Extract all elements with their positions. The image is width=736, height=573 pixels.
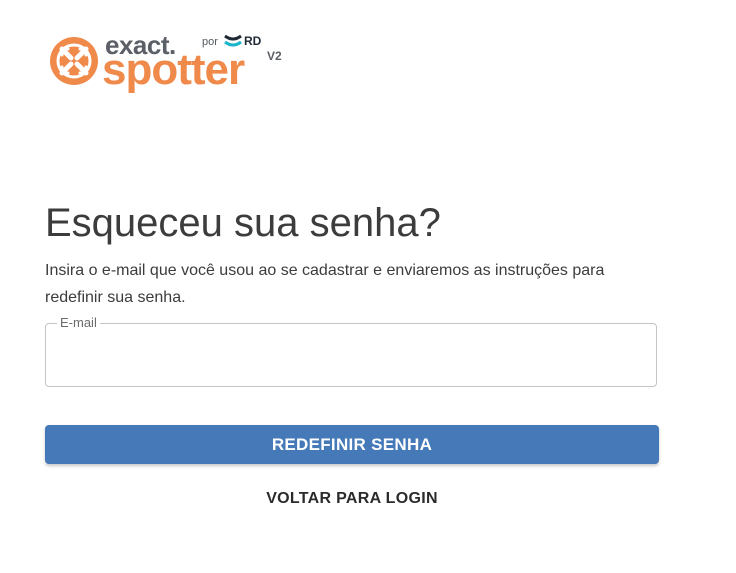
email-field-label: E-mail xyxy=(57,315,100,331)
back-to-login-link[interactable]: VOLTAR PARA LOGIN xyxy=(45,486,659,512)
page-description: Insira o e-mail que você usou ao se cada… xyxy=(45,262,605,306)
logo-word-spotter: spotter xyxy=(102,45,245,94)
forgot-password-page: exact. spotter por RD V2 Esqueceu sua se… xyxy=(0,0,736,573)
email-field[interactable]: E-mail xyxy=(45,315,657,387)
rd-station-mark-icon xyxy=(224,34,242,47)
logo-word-rd: RD xyxy=(244,34,262,48)
email-input[interactable] xyxy=(60,342,644,372)
exact-spotter-emblem-icon xyxy=(50,37,98,85)
page-title: Esqueceu sua senha? xyxy=(45,201,441,245)
logo-version-badge: V2 xyxy=(267,49,282,63)
reset-password-button[interactable]: REDEFINIR SENHA xyxy=(45,425,659,464)
exact-spotter-logo: exact. spotter por RD V2 xyxy=(46,30,296,94)
logo-word-por: por xyxy=(202,36,218,48)
